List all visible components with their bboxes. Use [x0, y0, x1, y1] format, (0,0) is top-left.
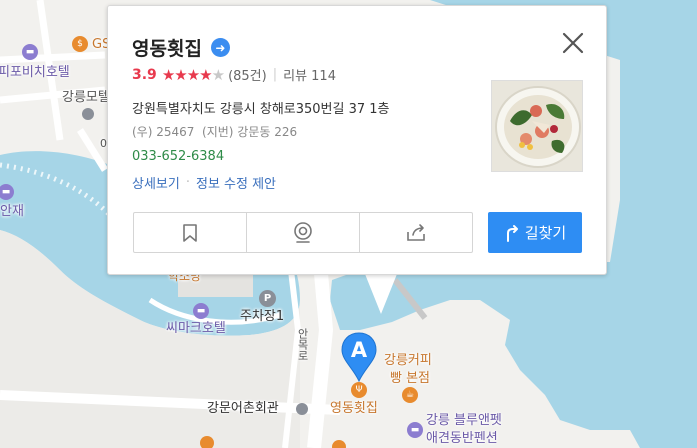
detail-link[interactable]: 상세보기: [132, 173, 180, 192]
postal-code: (우) 25467: [132, 125, 195, 139]
map-label-coffee-line1[interactable]: 강릉커피: [384, 354, 432, 367]
place-info-card: 영동횟집 ➜ 3.9 ★★★★★ (85건) | 리뷰 114 강원특별자치도 …: [107, 5, 607, 275]
roadview-icon: [294, 221, 312, 243]
info-card-pointer: [365, 274, 397, 314]
address: 강원특별자치도 강릉시 창해로350번길 37 1층: [132, 102, 390, 117]
building-icon: [82, 108, 94, 120]
place-title[interactable]: 영동횟집: [132, 34, 202, 61]
share-button[interactable]: [360, 213, 472, 252]
map-label-anjae[interactable]: 안재: [0, 205, 24, 218]
roadview-button[interactable]: [247, 213, 360, 252]
place-title-row: 영동횟집 ➜: [132, 34, 230, 61]
rating-score: 3.9: [132, 66, 157, 83]
hotel-icon[interactable]: ▬: [407, 422, 423, 438]
star-rating-icon: ★★★★★: [161, 65, 225, 84]
map-label-small: 0: [100, 137, 107, 150]
map-label-marker-name[interactable]: 영동횟집: [330, 402, 378, 415]
action-bar: [133, 212, 473, 253]
map-label-pension-line2[interactable]: 애견동반펜션: [426, 432, 498, 445]
marker-letter: A: [350, 338, 368, 362]
place-photo[interactable]: [491, 80, 583, 172]
map-label-road: 안목로: [296, 328, 309, 361]
address-secondary: (우) 25467 (지번) 강문동 226: [132, 123, 297, 140]
route-icon: [506, 224, 518, 242]
map-label-coffee-line2[interactable]: 빵 본점: [390, 372, 430, 385]
rating-count[interactable]: (85건): [228, 65, 267, 84]
food-photo-image: [492, 81, 582, 171]
card-links: 상세보기 · 정보 수정 제안: [132, 173, 276, 192]
share-icon: [407, 223, 425, 241]
map-label-fish-hall[interactable]: 강문어촌회관: [207, 402, 279, 415]
arrow-right-icon[interactable]: ➜: [210, 38, 230, 57]
parking-icon[interactable]: P: [259, 290, 276, 307]
stars-full: ★★★★: [161, 65, 213, 84]
hotel-icon[interactable]: ▬: [22, 44, 38, 60]
save-button[interactable]: [134, 213, 247, 252]
bookmark-icon: [183, 223, 197, 242]
divider: |: [272, 67, 278, 82]
gas-station-icon[interactable]: $: [72, 36, 88, 52]
restaurant-icon[interactable]: [200, 436, 214, 448]
hotel-icon[interactable]: ▬: [193, 303, 209, 319]
map-label-parking[interactable]: 주차장1: [240, 310, 284, 323]
restaurant-icon[interactable]: Ψ: [351, 382, 367, 398]
map-label-pension-line1[interactable]: 강릉 블루앤펫: [426, 414, 502, 427]
cafe-icon[interactable]: ☕: [402, 387, 418, 403]
restaurant-icon[interactable]: [332, 440, 346, 448]
rating-row: 3.9 ★★★★★ (85건) | 리뷰 114: [132, 65, 336, 85]
route-label: 길찾기: [524, 224, 567, 242]
map-label-hotel-left[interactable]: 피포비치호텔: [0, 66, 70, 79]
map-label-simark[interactable]: 씨마크호텔: [166, 322, 226, 335]
building-icon: [296, 403, 308, 415]
star-empty: ★: [211, 65, 225, 84]
link-divider: ·: [185, 175, 190, 190]
phone-number[interactable]: 033-652-6384: [132, 149, 224, 164]
review-count[interactable]: 리뷰 114: [283, 65, 336, 84]
edit-suggest-link[interactable]: 정보 수정 제안: [196, 173, 276, 192]
lot-address: (지번) 강문동 226: [202, 125, 298, 139]
close-icon[interactable]: [560, 30, 586, 56]
route-button[interactable]: 길찾기: [488, 212, 582, 253]
map-label-motel[interactable]: 강릉모텔: [62, 91, 110, 104]
